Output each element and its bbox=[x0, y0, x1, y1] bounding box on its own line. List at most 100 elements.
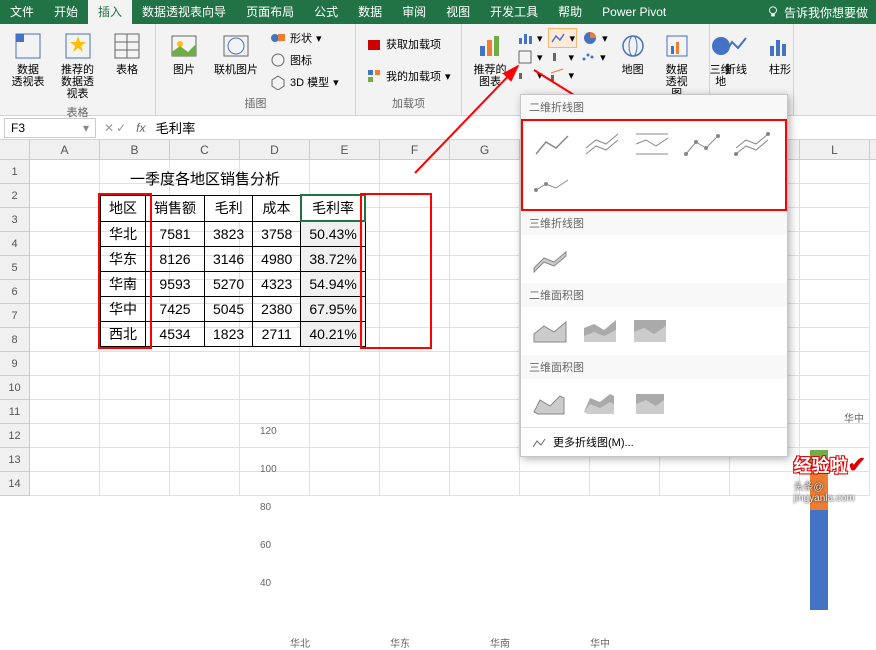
row-header[interactable]: 14 bbox=[0, 472, 30, 496]
row-header[interactable]: 9 bbox=[0, 352, 30, 376]
recommend-pivot-button[interactable]: 推荐的 数据透视表 bbox=[54, 28, 101, 102]
cell[interactable] bbox=[800, 304, 870, 328]
cell[interactable] bbox=[800, 280, 870, 304]
3d-area-option[interactable] bbox=[527, 385, 573, 421]
cell[interactable] bbox=[450, 352, 520, 376]
tab-formulas[interactable]: 公式 bbox=[304, 0, 348, 24]
tab-pagelayout[interactable]: 页面布局 bbox=[236, 0, 304, 24]
tab-powerpivot[interactable]: Power Pivot bbox=[592, 0, 676, 24]
cell[interactable] bbox=[800, 376, 870, 400]
stacked-area-option[interactable] bbox=[577, 313, 623, 349]
pivottable-button[interactable]: 数据 透视表 bbox=[6, 28, 50, 102]
col-header[interactable]: G bbox=[450, 140, 520, 159]
cell[interactable] bbox=[30, 160, 100, 184]
icons-button[interactable]: 图标 bbox=[266, 50, 343, 70]
cell[interactable] bbox=[450, 280, 520, 304]
cell[interactable] bbox=[30, 304, 100, 328]
cell[interactable] bbox=[30, 448, 100, 472]
row-header[interactable]: 8 bbox=[0, 328, 30, 352]
row-header[interactable]: 10 bbox=[0, 376, 30, 400]
cell[interactable] bbox=[800, 184, 870, 208]
cell[interactable] bbox=[30, 256, 100, 280]
cell[interactable] bbox=[170, 352, 240, 376]
cell[interactable] bbox=[310, 376, 380, 400]
cell[interactable] bbox=[240, 472, 310, 496]
cell[interactable] bbox=[450, 424, 520, 448]
cell[interactable] bbox=[450, 256, 520, 280]
cell[interactable] bbox=[380, 376, 450, 400]
cell[interactable] bbox=[800, 328, 870, 352]
stacked-line-markers-option[interactable] bbox=[729, 127, 775, 163]
shapes-button[interactable]: 形状 ▾ bbox=[266, 28, 343, 48]
cell[interactable] bbox=[800, 352, 870, 376]
area-option[interactable] bbox=[527, 313, 573, 349]
pie-chart-button[interactable]: ▾ bbox=[581, 28, 609, 48]
table-header[interactable]: 成本 bbox=[253, 195, 301, 221]
cell[interactable] bbox=[170, 472, 240, 496]
pct-line-markers-option[interactable] bbox=[529, 167, 575, 203]
row-header[interactable]: 7 bbox=[0, 304, 30, 328]
cell[interactable] bbox=[380, 472, 450, 496]
cell[interactable] bbox=[380, 352, 450, 376]
cell[interactable] bbox=[380, 448, 450, 472]
cell[interactable] bbox=[100, 352, 170, 376]
pct-area-option[interactable] bbox=[627, 313, 673, 349]
tab-file[interactable]: 文件 bbox=[0, 0, 44, 24]
col-header[interactable]: B bbox=[100, 140, 170, 159]
col-header[interactable]: E bbox=[310, 140, 380, 159]
line-markers-option[interactable] bbox=[679, 127, 725, 163]
fx-icon[interactable]: fx bbox=[130, 121, 151, 135]
row-header[interactable]: 5 bbox=[0, 256, 30, 280]
tab-data[interactable]: 数据 bbox=[348, 0, 392, 24]
cell[interactable] bbox=[450, 328, 520, 352]
more-line-charts[interactable]: 更多折线图(M)... bbox=[521, 427, 787, 456]
cell[interactable] bbox=[380, 160, 450, 184]
scatter-chart-button[interactable]: ▾ bbox=[579, 48, 607, 66]
cell[interactable] bbox=[310, 352, 380, 376]
cell[interactable] bbox=[30, 424, 100, 448]
cell[interactable] bbox=[450, 448, 520, 472]
statistic-chart-button[interactable]: ▾ bbox=[548, 48, 576, 66]
tab-help[interactable]: 帮助 bbox=[548, 0, 592, 24]
row-header[interactable]: 6 bbox=[0, 280, 30, 304]
pivotchart-button[interactable]: 数据透视图 bbox=[657, 28, 697, 102]
cell[interactable] bbox=[30, 472, 100, 496]
cell[interactable] bbox=[310, 472, 380, 496]
table-header[interactable]: 销售额 bbox=[146, 195, 205, 221]
enter-formula-button[interactable]: ✓ bbox=[116, 121, 126, 135]
3d-pct-area-option[interactable] bbox=[627, 385, 673, 421]
cell[interactable] bbox=[100, 448, 170, 472]
cell[interactable] bbox=[450, 376, 520, 400]
cell[interactable] bbox=[450, 304, 520, 328]
col-header[interactable]: C bbox=[170, 140, 240, 159]
cell[interactable] bbox=[310, 448, 380, 472]
cell[interactable] bbox=[450, 232, 520, 256]
tab-pivotguide[interactable]: 数据透视表向导 bbox=[132, 0, 236, 24]
my-addins-button[interactable]: 我的加载项 ▾ bbox=[362, 66, 455, 86]
cell[interactable] bbox=[30, 232, 100, 256]
cell[interactable] bbox=[240, 352, 310, 376]
3d-stacked-area-option[interactable] bbox=[577, 385, 623, 421]
row-header[interactable]: 12 bbox=[0, 424, 30, 448]
row-header[interactable]: 2 bbox=[0, 184, 30, 208]
tab-insert[interactable]: 插入 bbox=[88, 0, 132, 24]
row-header[interactable]: 1 bbox=[0, 160, 30, 184]
online-picture-button[interactable]: 联机图片 bbox=[210, 28, 262, 92]
column-chart-button[interactable]: ▾ bbox=[516, 28, 544, 48]
cell[interactable] bbox=[310, 400, 380, 424]
sparkline-col-button[interactable]: 柱形 bbox=[760, 28, 800, 78]
cell[interactable] bbox=[30, 400, 100, 424]
table-header[interactable]: 毛利 bbox=[205, 195, 253, 221]
pct-stacked-line-option[interactable] bbox=[629, 127, 675, 163]
table-button[interactable]: 表格 bbox=[105, 28, 149, 102]
cell[interactable] bbox=[100, 424, 170, 448]
line-chart-option[interactable] bbox=[529, 127, 575, 163]
tab-home[interactable]: 开始 bbox=[44, 0, 88, 24]
col-header[interactable]: F bbox=[380, 140, 450, 159]
tab-review[interactable]: 审阅 bbox=[392, 0, 436, 24]
cell[interactable] bbox=[520, 472, 590, 496]
sparkline-line-button[interactable]: 折线 bbox=[716, 28, 756, 78]
col-header[interactable]: D bbox=[240, 140, 310, 159]
cell[interactable] bbox=[800, 160, 870, 184]
hierarchy-chart-button[interactable]: ▾ bbox=[516, 48, 544, 66]
